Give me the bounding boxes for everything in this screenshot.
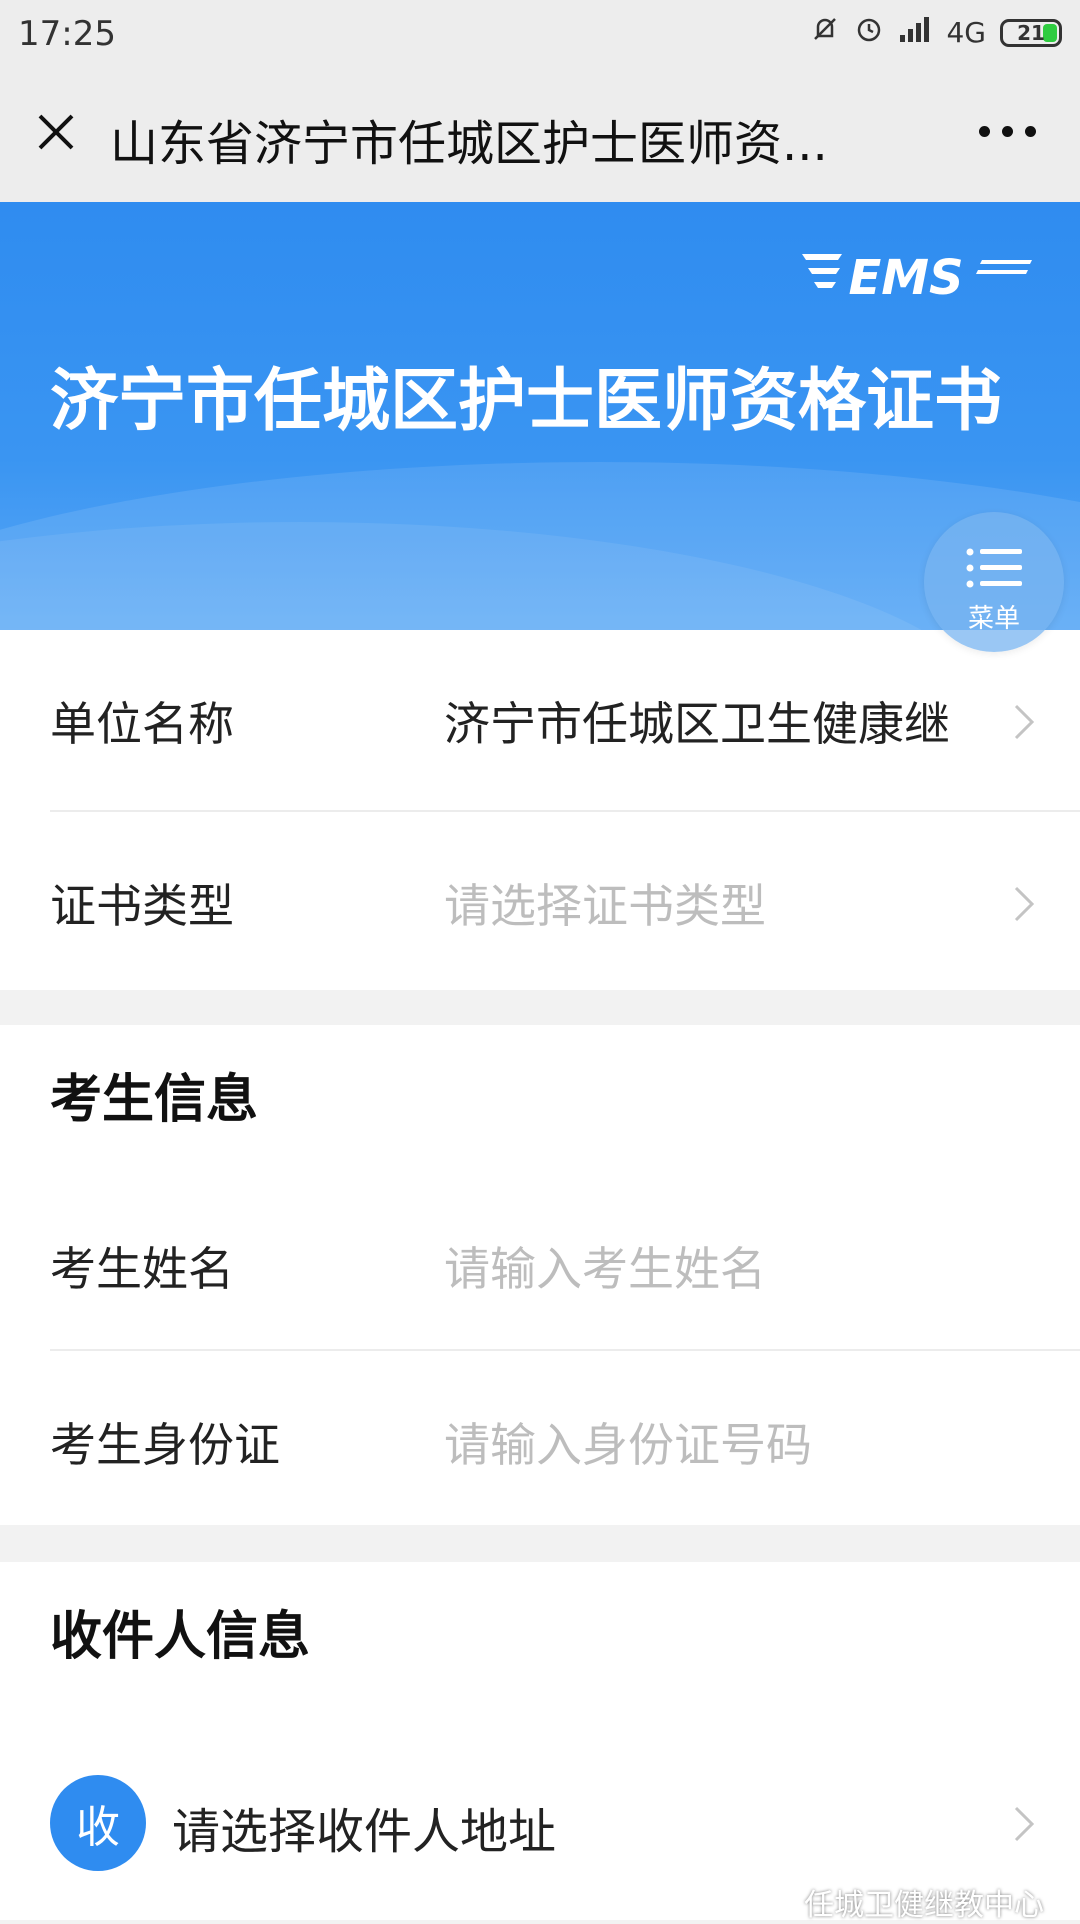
menu-button[interactable]: 菜单 <box>924 512 1064 652</box>
id-row: 考生身份证 请输入身份证号码 <box>0 1351 1080 1529</box>
watermark-text: 任城卫健继教中心 <box>804 1888 1044 1923</box>
chevron-right-icon <box>1014 704 1035 740</box>
banner-headline: 济宁市任城区护士医师资格证书 <box>50 362 1003 441</box>
status-bar: 17:25 4G 21 <box>0 0 1080 74</box>
examinee-section-title: 考生信息 <box>50 1070 259 1130</box>
cert-type-select[interactable]: 请选择证书类型 <box>444 870 1000 936</box>
id-input[interactable]: 请输入身份证号码 <box>444 1409 1000 1475</box>
ems-logo: EMS <box>802 250 1032 304</box>
more-icon[interactable] <box>979 126 1036 137</box>
name-label: 考生姓名 <box>50 1242 234 1296</box>
battery-level: 21 <box>1017 20 1045 45</box>
header-banner: EMS 济宁市任城区护士医师资格证书 <box>0 202 1080 630</box>
network-type: 4G <box>946 16 986 49</box>
status-icons: 4G 21 <box>810 14 1062 51</box>
battery-icon: 21 <box>1000 18 1062 47</box>
recipient-section-title: 收件人信息 <box>50 1607 311 1667</box>
close-icon[interactable] <box>28 104 84 160</box>
certificate-section: 单位名称 济宁市任城区卫生健康继 证书类型 请选择证书类型 <box>0 630 1080 990</box>
unit-row[interactable]: 单位名称 济宁市任城区卫生健康继 <box>0 630 1080 808</box>
signal-icon <box>898 15 932 50</box>
id-label: 考生身份证 <box>50 1418 280 1472</box>
unit-label: 单位名称 <box>50 697 234 751</box>
recipient-badge: 收 <box>50 1775 146 1871</box>
address-select[interactable]: 请选择收件人地址 <box>172 1792 556 1862</box>
unit-value: 济宁市任城区卫生健康继 <box>444 697 950 751</box>
wechat-icon <box>763 1890 795 1913</box>
chevron-right-icon <box>1014 1806 1035 1842</box>
status-time: 17:25 <box>18 14 116 54</box>
chevron-right-icon <box>1014 886 1035 922</box>
page-title: 山东省济宁市任城区护士医师资... <box>110 116 828 172</box>
name-input[interactable]: 请输入考生姓名 <box>444 1233 1000 1299</box>
nav-bar: 山东省济宁市任城区护士医师资... <box>0 74 1080 202</box>
alarm-icon <box>854 14 884 51</box>
menu-label: 菜单 <box>967 604 1020 634</box>
examinee-section: 考生信息 考生姓名 请输入考生姓名 考生身份证 请输入身份证号码 <box>0 1025 1080 1525</box>
mute-icon <box>810 14 840 51</box>
recipient-section: 收件人信息 <box>0 1562 1080 1920</box>
watermark: 任城卫健继教中心 <box>762 1880 1044 1924</box>
cert-type-row[interactable]: 证书类型 请选择证书类型 <box>0 812 1080 990</box>
cert-type-label: 证书类型 <box>50 879 234 933</box>
menu-icon <box>966 548 1022 588</box>
name-row: 考生姓名 请输入考生姓名 <box>0 1175 1080 1353</box>
svg-text:EMS: EMS <box>848 250 963 304</box>
